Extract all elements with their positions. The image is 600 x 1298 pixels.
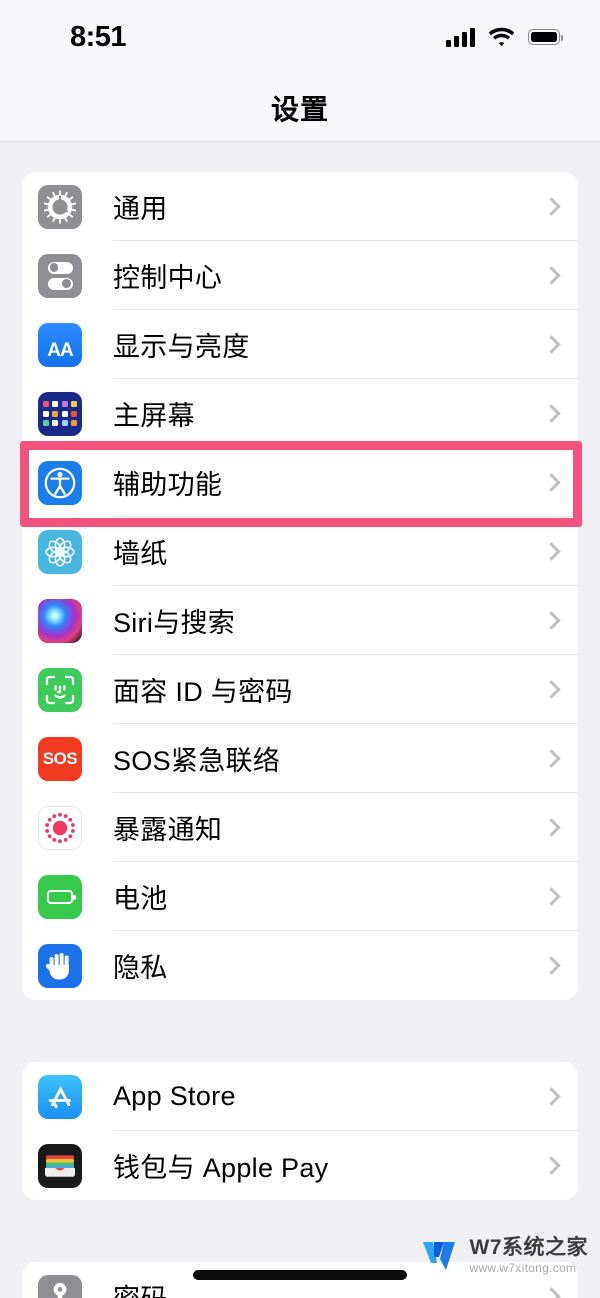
status-bar: 8:51 <box>0 0 600 74</box>
exposure-notification-icon <box>38 805 82 850</box>
site-watermark: W7系统之家 www.w7xitong.com <box>422 1237 589 1274</box>
settings-row-label: 密码 <box>113 1277 168 1298</box>
settings-row-label: 钱包与 Apple Pay <box>113 1153 329 1183</box>
settings-row[interactable]: AA 显示与亮度 <box>22 310 578 379</box>
settings-row[interactable]: SOS SOS紧急联络 <box>22 724 578 793</box>
settings-row[interactable]: 通用 <box>22 172 578 241</box>
w7-logo-icon <box>422 1241 455 1270</box>
wifi-icon <box>488 27 515 47</box>
chevron-right-icon <box>542 1156 561 1175</box>
wallet-icon <box>38 1143 82 1188</box>
cellular-signal-icon <box>446 27 475 47</box>
settings-list[interactable]: 通用控制中心 AA 显示与亮度主屏幕辅助功能墙纸 Siri与搜索面容 ID 与密码 SO… <box>0 143 600 1298</box>
home-indicator[interactable] <box>193 1270 407 1280</box>
status-bar-clock: 8:51 <box>70 20 127 53</box>
settings-row[interactable]: App Store <box>22 1062 578 1131</box>
settings-row-label: 控制中心 <box>113 263 223 293</box>
settings-row-label: App Store <box>113 1081 236 1111</box>
settings-row-label: 隐私 <box>113 953 168 983</box>
siri-icon <box>38 598 82 643</box>
settings-row[interactable]: 墙纸 <box>22 517 578 586</box>
watermark-title: W7系统之家 <box>469 1236 588 1259</box>
settings-row-label: 主屏幕 <box>113 401 195 431</box>
settings-row-label: SOS紧急联络 <box>113 746 281 776</box>
settings-row-label: 电池 <box>113 884 168 914</box>
settings-row[interactable]: 面容 ID 与密码 <box>22 655 578 724</box>
watermark-text: W7系统之家 www.w7xitong.com <box>470 1237 589 1274</box>
wallpaper-icon <box>38 529 82 574</box>
app-store-icon <box>38 1074 82 1119</box>
settings-row[interactable]: 主屏幕 <box>22 379 578 448</box>
navigation-bar: 设置 <box>0 74 600 142</box>
page-title: 设置 <box>270 93 329 125</box>
settings-group-store: App Store 钱包与 Apple Pay <box>22 1062 578 1200</box>
settings-row[interactable]: 控制中心 <box>22 241 578 310</box>
chevron-right-icon <box>542 266 561 285</box>
chevron-right-icon <box>542 404 561 423</box>
display-brightness-icon: AA <box>38 322 82 367</box>
settings-row-label: 面容 ID 与密码 <box>113 677 293 707</box>
watermark-url: www.w7xitong.com <box>469 1261 577 1275</box>
chevron-right-icon <box>542 1287 561 1298</box>
chevron-right-icon <box>542 887 561 906</box>
chevron-right-icon <box>542 956 561 975</box>
privacy-hand-icon <box>38 943 82 988</box>
settings-row-label: 辅助功能 <box>113 470 223 500</box>
home-screen-icon <box>38 391 82 436</box>
chevron-right-icon <box>542 1087 561 1106</box>
chevron-right-icon <box>542 680 561 699</box>
settings-row-label: 墙纸 <box>113 539 168 569</box>
chevron-right-icon <box>542 335 561 354</box>
settings-row[interactable]: 电池 <box>22 862 578 931</box>
settings-row-label: 显示与亮度 <box>113 332 250 362</box>
chevron-right-icon <box>542 611 561 630</box>
battery-full-icon <box>528 29 564 45</box>
settings-row-label: Siri与搜索 <box>113 608 236 638</box>
status-bar-icons <box>446 27 564 47</box>
settings-row-label: 通用 <box>113 194 168 224</box>
accessibility-icon <box>38 460 82 505</box>
settings-row[interactable]: 辅助功能 <box>22 448 578 517</box>
passwords-key-icon <box>38 1274 82 1298</box>
chevron-right-icon <box>542 818 561 837</box>
emergency-sos-icon: SOS <box>38 736 82 781</box>
chevron-right-icon <box>542 197 561 216</box>
settings-row[interactable]: 隐私 <box>22 931 578 1000</box>
settings-row[interactable]: 钱包与 Apple Pay <box>22 1131 578 1200</box>
battery-icon <box>38 874 82 919</box>
control-center-icon <box>38 253 82 298</box>
chevron-right-icon <box>542 749 561 768</box>
settings-row[interactable]: 暴露通知 <box>22 793 578 862</box>
settings-row-label: 暴露通知 <box>113 815 223 845</box>
gear-icon <box>38 184 82 229</box>
chevron-right-icon <box>542 542 561 561</box>
settings-row[interactable]: Siri与搜索 <box>22 586 578 655</box>
chevron-right-icon <box>542 473 561 492</box>
iphone-settings-screen: 8:51 设置 通用控制中心 AA 显示与亮度主屏幕辅助功能墙纸 Siri与搜索面容 … <box>0 0 600 1298</box>
settings-group-system: 通用控制中心 AA 显示与亮度主屏幕辅助功能墙纸 Siri与搜索面容 ID 与密码 SO… <box>22 172 578 1000</box>
face-id-icon <box>38 667 82 712</box>
